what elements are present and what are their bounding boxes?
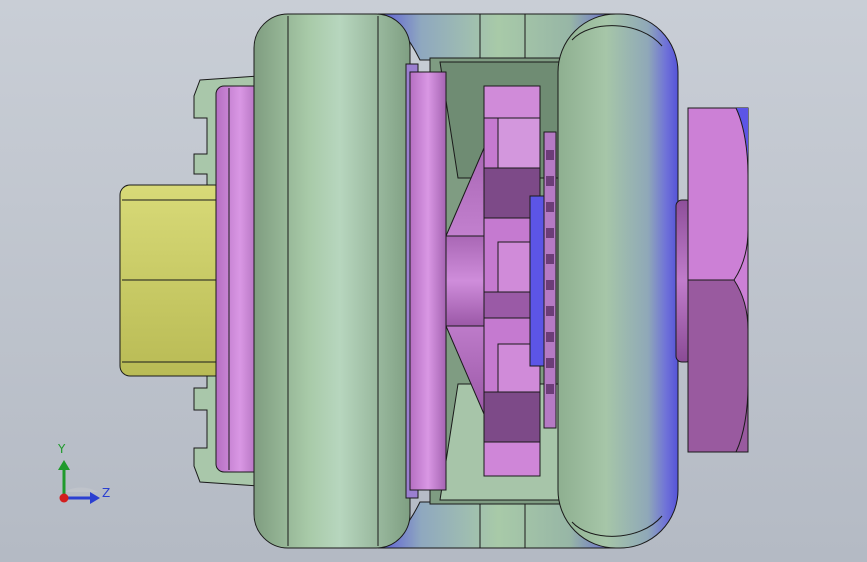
- 3d-model-view[interactable]: [0, 0, 867, 562]
- gear: [483, 85, 547, 477]
- main-disc: [253, 13, 411, 549]
- toothed-ring: [543, 131, 557, 429]
- triad-plane-icon: [64, 487, 98, 492]
- yellow-cylinder: [119, 184, 226, 377]
- hex-nut: [687, 107, 749, 453]
- axis-y-label: Y: [58, 442, 66, 456]
- magenta-ring: [405, 63, 447, 499]
- axis-z-label: Z: [102, 486, 111, 500]
- axis-triad: [58, 460, 100, 504]
- origin-icon: [59, 493, 69, 503]
- graphics-viewport[interactable]: Y Z: [0, 0, 867, 562]
- right-cap: [557, 13, 679, 549]
